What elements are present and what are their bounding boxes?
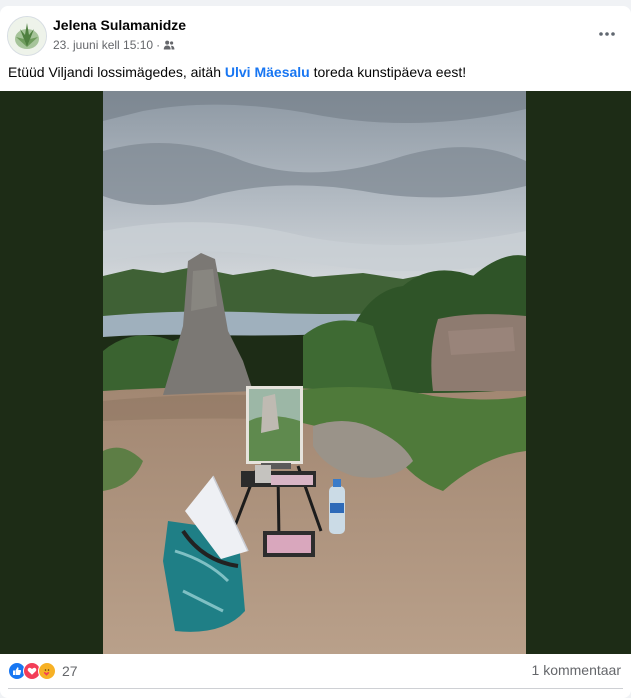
friends-icon xyxy=(163,40,175,50)
post-photo[interactable] xyxy=(103,91,526,654)
post-card: Jelena Sulamanidze 23. juuni kell 15:10 … xyxy=(0,6,631,698)
post-media[interactable] xyxy=(0,91,631,654)
reaction-count: 27 xyxy=(62,663,78,679)
reactions-summary[interactable]: 27 xyxy=(8,662,78,680)
post-caption: Etüüd Viljandi lossimägedes, aitäh Ulvi … xyxy=(8,62,618,82)
caption-text-start: Etüüd Viljandi lossimägedes, aitäh xyxy=(8,64,225,80)
avatar-image xyxy=(8,17,46,55)
care-icon xyxy=(38,662,56,680)
post-meta: 23. juuni kell 15:10 · xyxy=(53,38,175,52)
avatar[interactable] xyxy=(7,16,47,56)
post-header: Jelena Sulamanidze 23. juuni kell 15:10 … xyxy=(0,6,631,62)
footer-divider xyxy=(8,688,623,689)
more-icon xyxy=(599,32,615,36)
caption-text-end: toreda kunstipäeva eest! xyxy=(309,64,467,80)
more-options-button[interactable] xyxy=(595,22,619,46)
meta-separator: · xyxy=(156,38,161,52)
mention-link[interactable]: Ulvi Mäesalu xyxy=(225,64,310,80)
post-date[interactable]: 23. juuni kell 15:10 xyxy=(53,38,153,52)
author-name[interactable]: Jelena Sulamanidze xyxy=(53,17,186,33)
comments-count-link[interactable]: 1 kommentaar xyxy=(532,662,621,678)
post-footer: 27 1 kommentaar xyxy=(0,654,631,698)
